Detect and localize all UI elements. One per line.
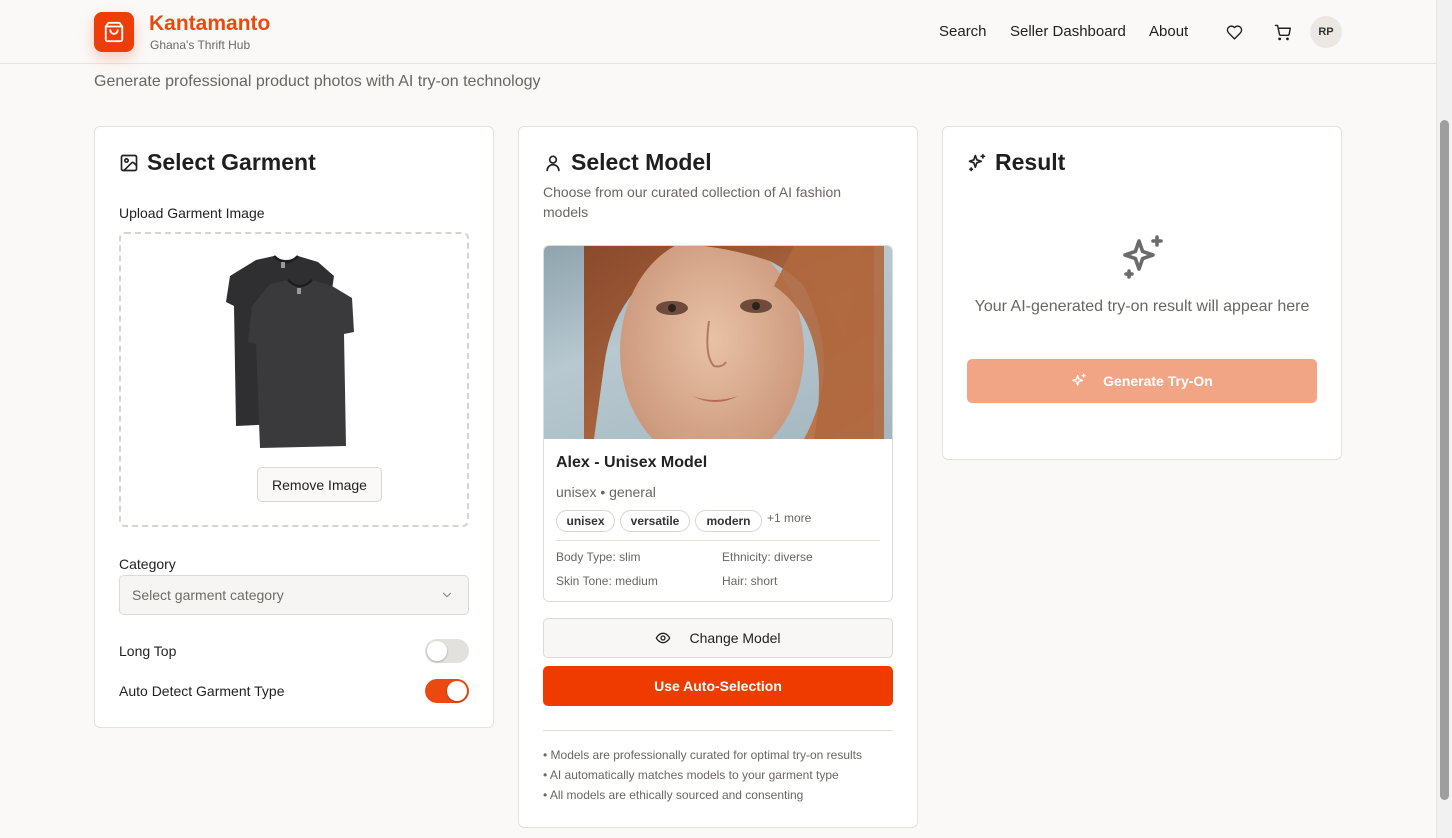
user-icon <box>543 153 563 173</box>
model-name: Alex - Unisex Model <box>556 454 708 471</box>
heart-icon[interactable] <box>1224 22 1244 42</box>
garment-preview-image <box>226 255 354 448</box>
auto-detect-label: Auto Detect Garment Type <box>119 683 285 699</box>
model-description: Choose from our curated collection of AI… <box>543 184 842 220</box>
shopping-bag-icon[interactable] <box>94 12 134 52</box>
tag-versatile: versatile <box>620 510 690 532</box>
model-photo <box>544 246 892 439</box>
note-item: • All models are ethically sourced and c… <box>543 788 804 802</box>
scrollbar-thumb[interactable] <box>1440 120 1449 800</box>
note-item: • Models are professionally curated for … <box>543 748 863 762</box>
body-type: Body Type: slim <box>556 550 641 564</box>
chevron-down-icon <box>440 588 454 605</box>
model-title: Select Model <box>571 149 712 175</box>
auto-detect-toggle[interactable] <box>425 679 469 703</box>
result-title: Result <box>995 149 1066 175</box>
top-navbar: Kantamanto Ghana's Thrift Hub Search Sel… <box>0 0 1436 64</box>
user-avatar[interactable]: RP <box>1310 16 1342 48</box>
change-model-button[interactable]: Change Model <box>543 618 893 658</box>
result-placeholder: Your AI-generated try-on result will app… <box>974 298 1310 315</box>
nav-seller-dashboard[interactable]: Seller Dashboard <box>1010 23 1126 40</box>
garment-dropzone[interactable]: Remove Image <box>119 232 469 527</box>
category-label: Category <box>119 556 176 572</box>
nav-search[interactable]: Search <box>939 23 987 40</box>
note-item: • AI automatically matches models to you… <box>543 768 839 782</box>
upload-label: Upload Garment Image <box>119 205 265 221</box>
brand-name[interactable]: Kantamanto <box>149 12 270 36</box>
long-top-toggle[interactable] <box>425 639 469 663</box>
sparkles-icon <box>1071 373 1087 389</box>
cart-icon[interactable] <box>1272 22 1292 42</box>
hair: Hair: short <box>722 574 778 588</box>
auto-selection-button[interactable]: Use Auto-Selection <box>543 666 893 706</box>
tag-modern: modern <box>695 510 762 532</box>
model-meta: unisex • general <box>556 484 656 500</box>
divider <box>543 730 893 731</box>
skin-tone: Skin Tone: medium <box>556 574 658 588</box>
garment-card: Select Garment Upload Garment Image Remo… <box>94 126 494 728</box>
image-icon <box>119 153 139 173</box>
remove-image-button[interactable]: Remove Image <box>257 467 382 502</box>
brand-tagline: Ghana's Thrift Hub <box>150 38 251 52</box>
garment-title: Select Garment <box>147 149 316 175</box>
nav-about[interactable]: About <box>1149 23 1188 40</box>
more-tags: +1 more <box>767 511 812 525</box>
generate-tryon-button[interactable]: Generate Try-On <box>967 359 1317 403</box>
category-placeholder: Select garment category <box>132 587 284 603</box>
page-scrollbar[interactable] <box>1436 0 1452 838</box>
tag-unisex: unisex <box>556 510 615 532</box>
result-card: Result Your AI-generated try-on result w… <box>942 126 1342 460</box>
model-card: Select Model Choose from our curated col… <box>518 126 918 828</box>
divider <box>556 540 880 541</box>
page-subtitle: Generate professional product photos wit… <box>94 73 541 90</box>
sparkles-icon <box>1119 233 1167 281</box>
eye-icon <box>655 630 671 646</box>
generate-tryon-label: Generate Try-On <box>1103 373 1213 389</box>
model-preview-card[interactable]: Alex - Unisex Model unisex • general uni… <box>543 245 893 602</box>
long-top-label: Long Top <box>119 643 177 659</box>
category-select[interactable]: Select garment category <box>119 575 469 615</box>
sparkles-icon <box>967 153 987 173</box>
change-model-label: Change Model <box>689 630 781 646</box>
ethnicity: Ethnicity: diverse <box>722 550 813 564</box>
